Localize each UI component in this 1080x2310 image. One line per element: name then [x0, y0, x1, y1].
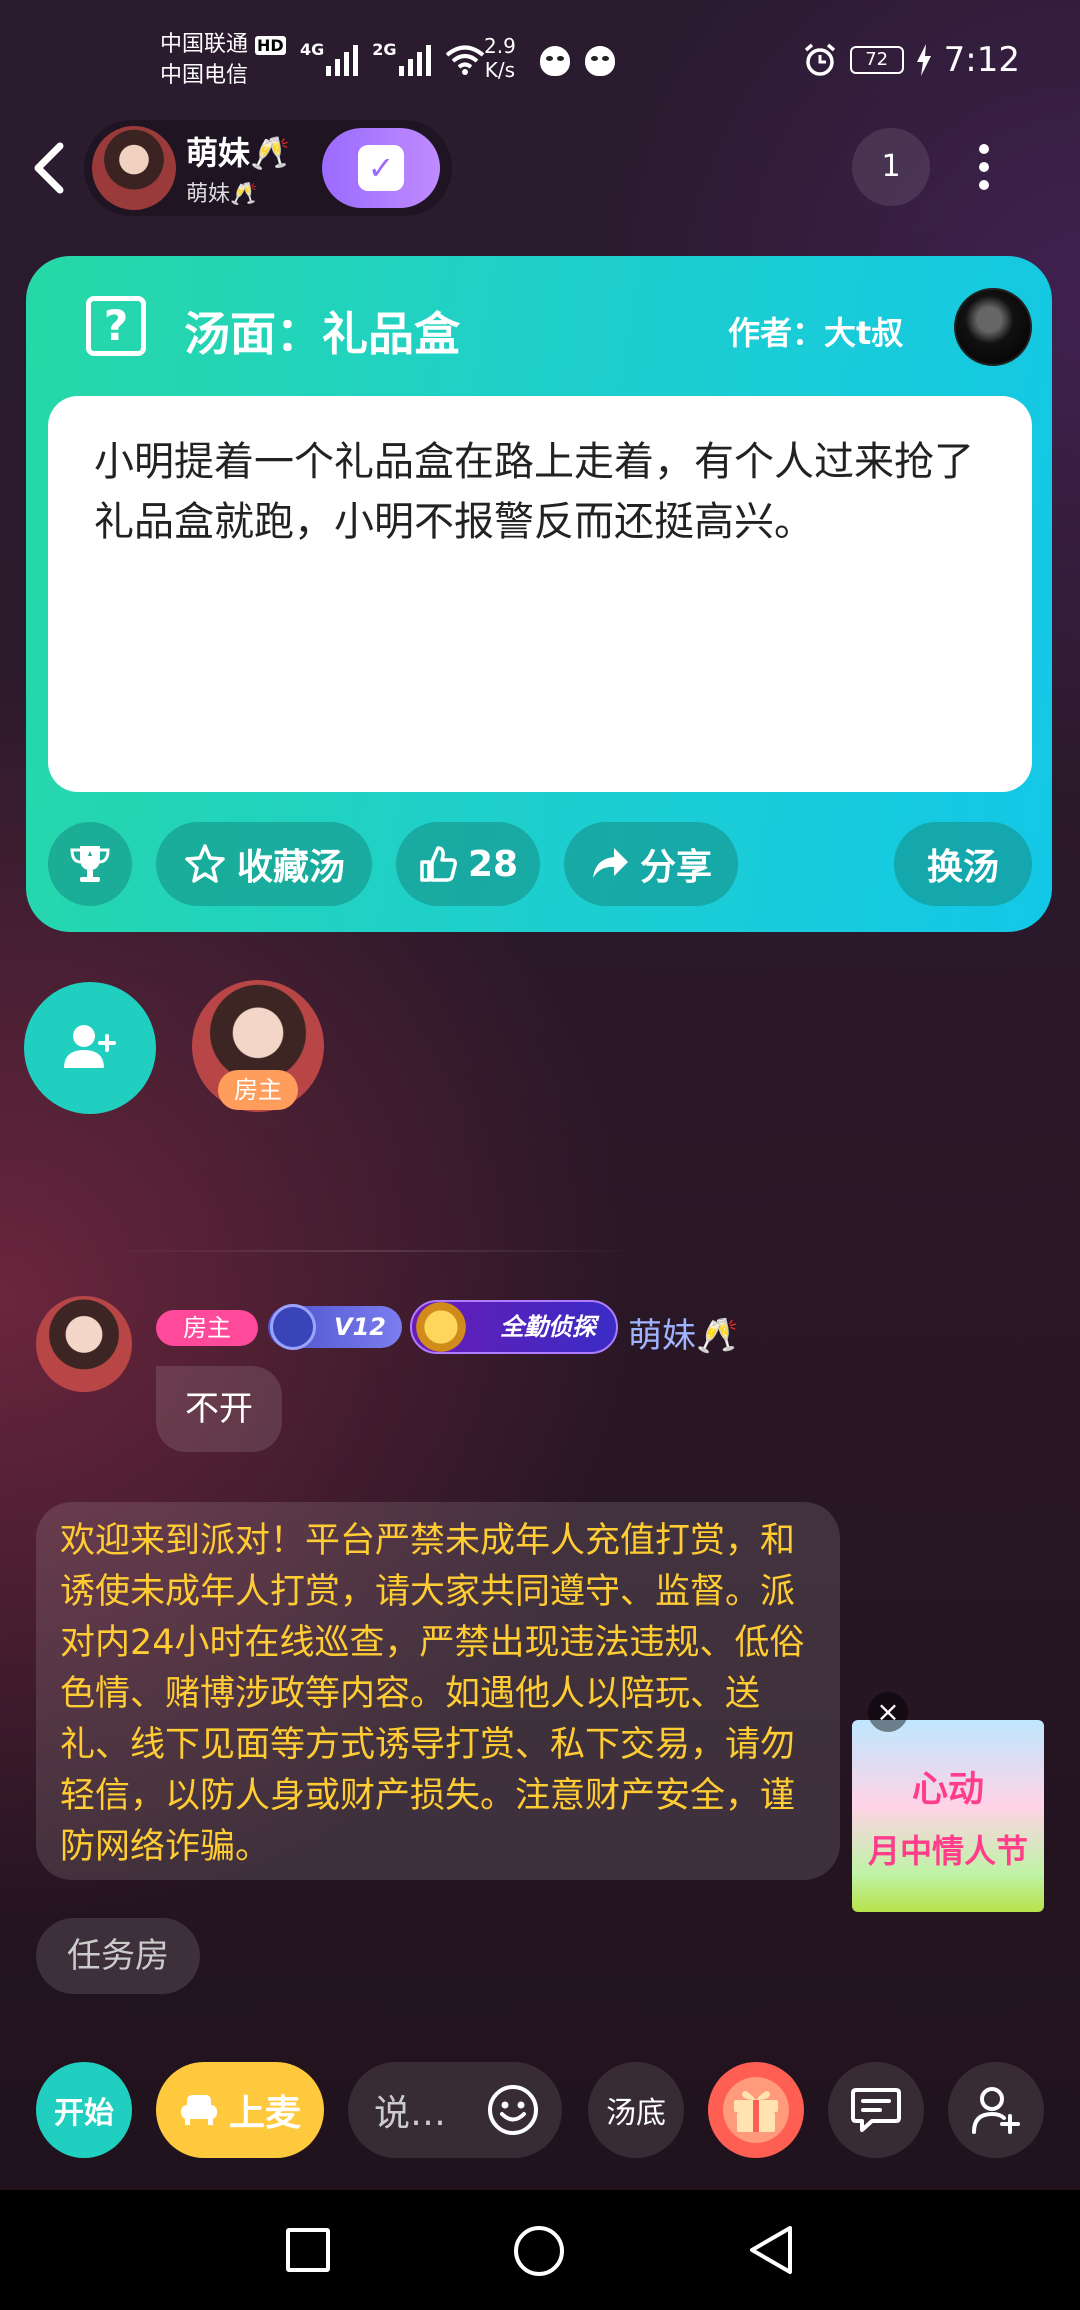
charging-icon — [916, 44, 931, 76]
favorite-button[interactable]: 收藏汤 — [156, 822, 372, 906]
sofa-icon — [180, 2095, 217, 2125]
like-count: 28 — [467, 843, 519, 885]
trophy-button[interactable] — [48, 822, 132, 906]
sender-avatar[interactable] — [36, 1296, 132, 1392]
system-notice-text: 欢迎来到派对！平台严禁未成年人充值打赏，和诱使未成年人打赏，请大家共同遵守、监督… — [60, 1521, 805, 1867]
hd-badge: HD — [255, 36, 286, 55]
message-button[interactable] — [828, 2062, 924, 2158]
share-arrow-icon — [592, 848, 628, 878]
host-name: 萌妹🥂 — [186, 134, 290, 172]
join-mic-button[interactable]: 上麦 — [156, 2062, 324, 2158]
change-puzzle-button[interactable]: 换汤 — [894, 822, 1032, 906]
promo-subtitle: 月中情人节 — [867, 1832, 1028, 1870]
soup-bottom-button[interactable]: 汤底 — [588, 2062, 684, 2158]
share-button[interactable]: 分享 — [564, 822, 738, 906]
more-menu-icon[interactable] — [968, 138, 1000, 198]
emoji-icon[interactable] — [486, 2083, 540, 2137]
alarm-icon — [804, 43, 835, 76]
puzzle-text: 小明提着一个礼品盒在路上走着，有个人过来抢了礼品盒就跑，小明不报警反而还挺高兴。 — [94, 439, 974, 545]
chat-bubble-icon — [851, 2088, 901, 2132]
net-speed: 2.9 K/s — [484, 34, 516, 82]
close-icon[interactable]: × — [868, 1692, 908, 1732]
host-seat-tag: 房主 — [218, 1070, 298, 1110]
status-right: 72 7:12 — [802, 40, 1020, 80]
battery-icon: 72 — [849, 46, 904, 74]
puzzle-title: 汤面：礼品盒 — [184, 307, 460, 361]
net-type-2: 2G — [372, 40, 397, 59]
gift-icon — [734, 2091, 778, 2132]
gift-button[interactable] — [708, 2062, 804, 2158]
star-icon — [185, 844, 225, 883]
chat-input-placeholder: 说… — [374, 2093, 447, 2134]
like-button[interactable]: 28 — [396, 822, 540, 906]
thumbs-up-icon — [420, 846, 457, 882]
host-avatar[interactable] — [92, 126, 176, 210]
add-friend-button[interactable] — [948, 2062, 1044, 2158]
question-icon[interactable]: ? — [86, 296, 146, 356]
promo-title: 心动 — [911, 1769, 984, 1810]
trophy-icon — [70, 846, 110, 882]
signal-icon — [326, 40, 359, 76]
share-label: 分享 — [639, 847, 712, 888]
carrier-1: 中国联通 — [160, 32, 249, 57]
signal-indicators: 4G 2G — [300, 40, 485, 76]
carrier-info: 中国联通 HD 中国电信 — [160, 30, 286, 91]
task-room-tag[interactable]: 任务房 — [36, 1918, 200, 1994]
checkin-button[interactable]: ✓ — [322, 128, 440, 208]
status-bar: 中国联通 HD 中国电信 4G 2G 2.9 K/s 72 7:12 — [0, 0, 1080, 120]
net-speed-unit: K/s — [484, 58, 516, 82]
author-avatar[interactable] — [954, 288, 1032, 366]
host-subtitle: 萌妹🥂 — [186, 182, 258, 207]
chat-input[interactable]: 说… — [348, 2062, 562, 2158]
carrier-2: 中国电信 — [160, 63, 249, 88]
magnifier-icon — [412, 1298, 470, 1356]
sender-name[interactable]: 萌妹🥂 — [628, 1308, 738, 1357]
online-count-button[interactable]: 1 — [852, 128, 930, 206]
owner-badge-label: 房主 — [183, 1314, 231, 1342]
clock: 7:12 — [943, 40, 1020, 80]
favorite-label: 收藏汤 — [236, 847, 345, 888]
net-speed-value: 2.9 — [484, 34, 516, 58]
start-button[interactable]: 开始 — [36, 2062, 132, 2158]
owner-badge: 房主 — [156, 1310, 258, 1346]
back-arrow-icon[interactable] — [26, 138, 70, 198]
promo-banner[interactable] — [852, 1720, 1044, 1912]
nav-back-icon[interactable] — [746, 2224, 796, 2276]
home-icon[interactable] — [514, 2226, 564, 2276]
mask-icon — [540, 46, 570, 76]
net-type-1: 4G — [300, 40, 325, 59]
signal-icon — [398, 40, 431, 76]
invite-seat[interactable] — [24, 982, 156, 1114]
recent-apps-icon[interactable] — [286, 2228, 330, 2272]
divider — [90, 1250, 650, 1252]
mask-icon — [585, 46, 615, 76]
puzzle-author: 作者：大t叔 — [728, 314, 904, 352]
add-user-icon — [64, 1025, 116, 1068]
join-mic-label: 上麦 — [228, 2093, 301, 2134]
level-diamond-icon — [270, 1304, 316, 1350]
add-friend-icon — [972, 2087, 1020, 2134]
chat-message: 不开 — [156, 1366, 282, 1452]
check-icon: ✓ — [358, 145, 404, 191]
wifi-icon — [445, 45, 484, 75]
